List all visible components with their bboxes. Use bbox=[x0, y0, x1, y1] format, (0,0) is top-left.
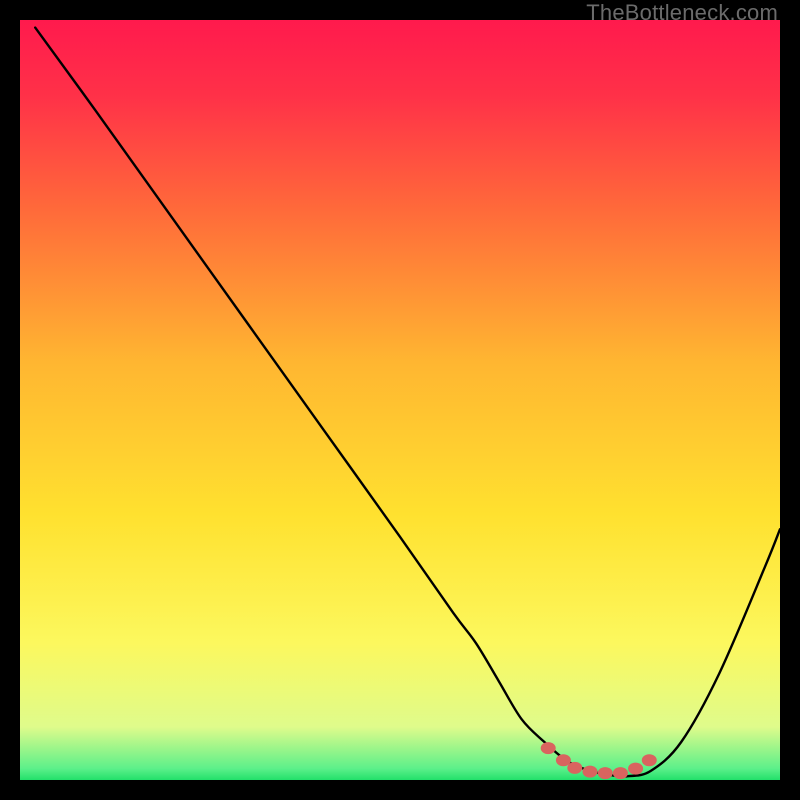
chart-frame bbox=[20, 20, 780, 780]
optimal-dot bbox=[541, 742, 556, 754]
optimal-dot bbox=[583, 766, 598, 778]
optimal-dot bbox=[567, 762, 582, 774]
watermark-text: TheBottleneck.com bbox=[586, 0, 778, 26]
optimal-dot bbox=[642, 754, 657, 766]
optimal-dot bbox=[598, 767, 613, 779]
chart-background-gradient bbox=[20, 20, 780, 780]
bottleneck-chart bbox=[20, 20, 780, 780]
optimal-dot bbox=[628, 763, 643, 775]
optimal-dot bbox=[613, 767, 628, 779]
